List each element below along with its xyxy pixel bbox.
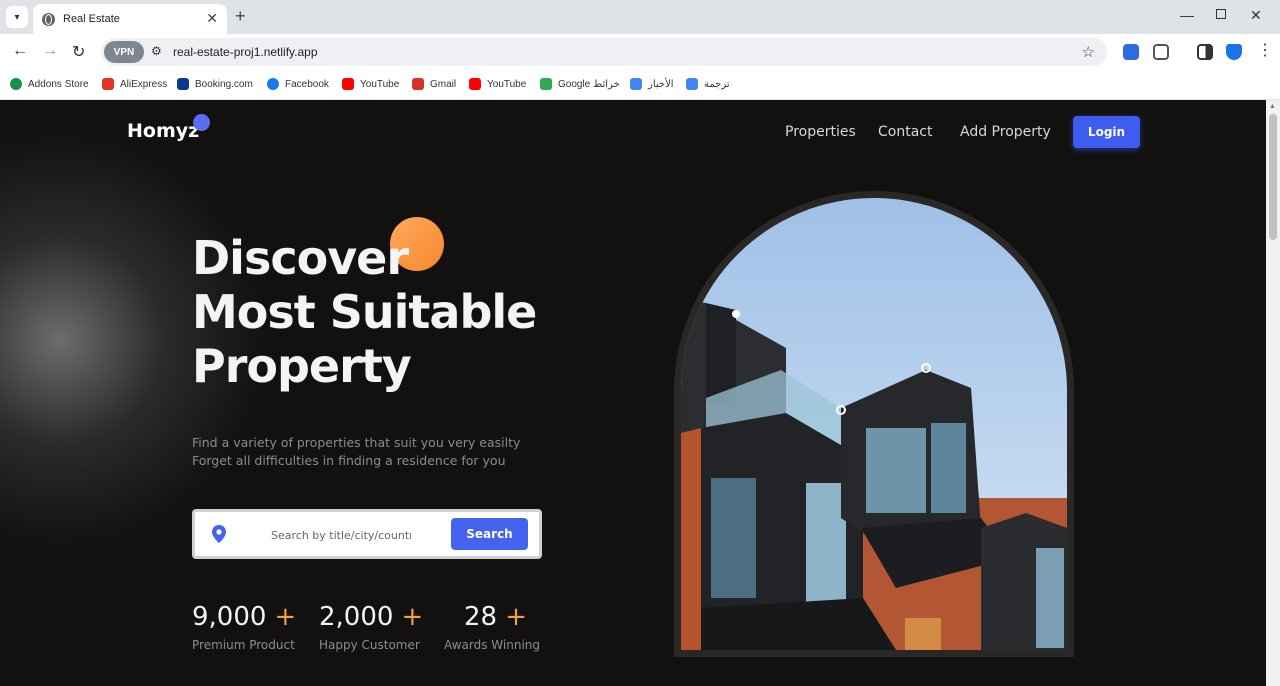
hero-image-frame <box>674 191 1074 657</box>
stat-label: Awards Winning <box>444 638 540 652</box>
stat-number: 9,000 + <box>192 602 296 632</box>
bookmark-label: Facebook <box>285 78 329 90</box>
bookmark-addons-store[interactable]: Addons Store <box>10 78 89 90</box>
booking-icon <box>177 78 189 90</box>
bookmark-label: Google خرائط <box>558 78 620 90</box>
close-tab-icon[interactable]: ✕ <box>206 10 218 27</box>
stat-number: 28 + <box>444 602 540 632</box>
bookmark-translate[interactable]: ترجمة <box>686 78 730 90</box>
bookmark-label: YouTube <box>360 78 400 90</box>
scroll-up-arrow-icon[interactable]: ▲ <box>1269 103 1276 110</box>
bookmark-news[interactable]: الأخبار <box>630 78 674 90</box>
nav-properties[interactable]: Properties <box>785 124 856 140</box>
bookmark-label: الأخبار <box>648 78 674 90</box>
more-menu-icon[interactable]: ⋮ <box>1257 40 1273 60</box>
back-arrow-icon[interactable]: ← <box>12 42 28 60</box>
logo-dot <box>193 114 210 131</box>
page-scrollbar[interactable]: ▲ <box>1266 100 1280 686</box>
bookmark-label: Gmail <box>430 78 457 90</box>
plus-sign: + <box>401 602 424 632</box>
building-illustration <box>681 198 1067 650</box>
nav-add-property[interactable]: Add Property <box>960 124 1051 140</box>
puzzle-extensions-icon[interactable] <box>1153 44 1169 60</box>
forward-arrow-icon[interactable]: → <box>42 42 58 60</box>
stat-awards-winning: 28 + Awards Winning <box>444 602 540 652</box>
youtube-icon <box>469 78 481 90</box>
close-window-icon[interactable]: ✕ <box>1250 7 1262 24</box>
tab-title: Real Estate <box>63 13 120 25</box>
youtube-icon <box>342 78 354 90</box>
search-bar: Search <box>192 509 542 559</box>
translate-icon <box>686 78 698 90</box>
browser-tab[interactable]: Real Estate ✕ <box>33 4 227 34</box>
bookmark-label: YouTube <box>487 78 527 90</box>
stat-premium-product: 9,000 + Premium Product <box>192 602 296 652</box>
gmail-icon <box>412 78 424 90</box>
chevron-down-icon: ▾ <box>14 11 20 23</box>
aliexpress-icon <box>102 78 114 90</box>
page-viewport: Homyz Properties Contact Add Property Lo… <box>0 100 1266 686</box>
facebook-icon <box>267 78 279 90</box>
search-input[interactable] <box>271 525 411 545</box>
new-tab-button[interactable]: + <box>235 6 246 27</box>
bookmarks-bar: Addons Store AliExpress Booking.com Face… <box>0 70 1280 100</box>
stat-value: 28 <box>464 602 498 632</box>
tab-search-button[interactable]: ▾ <box>6 6 28 28</box>
reload-icon[interactable]: ↻ <box>72 42 85 62</box>
hero-title: Discover Most Suitable Property <box>192 231 572 393</box>
address-bar[interactable]: VPN ⚙ real-estate-proj1.netlify.app ☆ <box>101 38 1107 66</box>
hero-subtitle: Find a variety of properties that suit y… <box>192 434 520 470</box>
stat-happy-customer: 2,000 + Happy Customer <box>319 602 423 652</box>
bookmark-aliexpress[interactable]: AliExpress <box>102 78 167 90</box>
hero-building-image <box>681 198 1067 650</box>
stat-label: Happy Customer <box>319 638 420 652</box>
bookmark-google-maps[interactable]: Google خرائط <box>540 78 620 90</box>
bookmark-booking[interactable]: Booking.com <box>177 78 253 90</box>
google-maps-icon <box>540 78 552 90</box>
side-panel-icon[interactable] <box>1197 44 1213 60</box>
bookmark-label: Addons Store <box>28 78 89 90</box>
browser-toolbar: ← → ↻ VPN ⚙ real-estate-proj1.netlify.ap… <box>0 34 1280 70</box>
scrollbar-thumb[interactable] <box>1269 114 1277 240</box>
news-icon <box>630 78 642 90</box>
hero-subtitle-line: Find a variety of properties that suit y… <box>192 435 521 450</box>
hero-subtitle-line: Forget all difficulties in finding a res… <box>192 453 506 468</box>
url-text[interactable]: real-estate-proj1.netlify.app <box>173 45 318 59</box>
location-pin-icon <box>212 525 226 543</box>
security-shield-icon[interactable] <box>1226 44 1242 60</box>
bookmark-facebook[interactable]: Facebook <box>267 78 329 90</box>
minimize-icon[interactable]: — <box>1180 7 1194 23</box>
nav-contact[interactable]: Contact <box>878 124 932 140</box>
bookmark-youtube-2[interactable]: YouTube <box>469 78 526 90</box>
site-info-icon[interactable]: ⚙ <box>151 44 162 58</box>
plus-sign: + <box>274 602 297 632</box>
hero-title-line: Most Suitable <box>192 285 537 339</box>
search-button[interactable]: Search <box>451 518 528 550</box>
stat-value: 9,000 <box>192 602 267 632</box>
bookmark-gmail[interactable]: Gmail <box>412 78 456 90</box>
hero-title-line: Property <box>192 339 412 393</box>
shield-extension-icon[interactable] <box>1123 44 1139 60</box>
login-button[interactable]: Login <box>1073 116 1140 148</box>
stat-label: Premium Product <box>192 638 295 652</box>
stat-number: 2,000 + <box>319 602 423 632</box>
tab-strip: ▾ Real Estate ✕ + — ✕ <box>0 0 1280 34</box>
site-logo[interactable]: Homyz <box>127 120 199 142</box>
bookmark-label: ترجمة <box>704 78 730 90</box>
addons-store-icon <box>10 78 22 90</box>
bookmark-label: Booking.com <box>195 78 253 90</box>
globe-icon <box>42 12 55 26</box>
hero-title-line: Discover <box>192 231 409 285</box>
plus-sign: + <box>505 602 527 632</box>
bookmark-star-icon[interactable]: ☆ <box>1082 43 1095 61</box>
vpn-badge[interactable]: VPN <box>104 41 144 63</box>
restore-icon[interactable] <box>1216 9 1226 19</box>
stat-value: 2,000 <box>319 602 394 632</box>
bookmark-youtube[interactable]: YouTube <box>342 78 399 90</box>
bookmark-label: AliExpress <box>120 78 168 90</box>
